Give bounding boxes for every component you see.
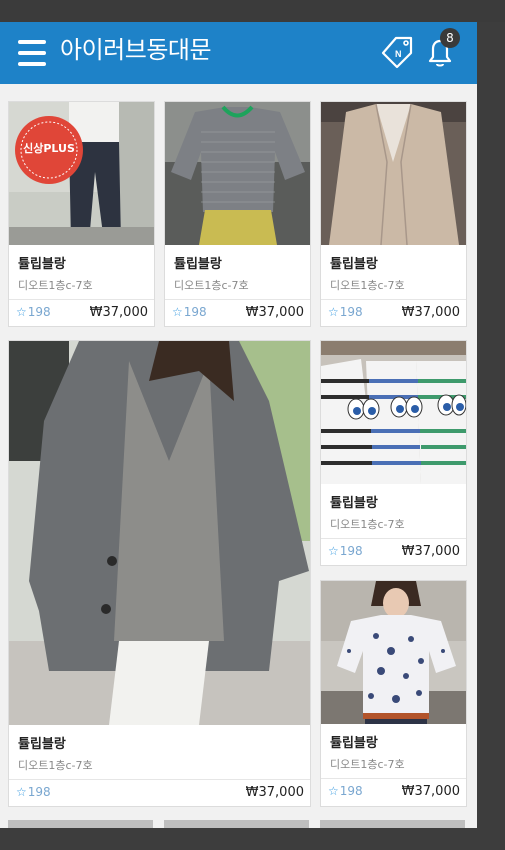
product-card[interactable]: 튤립블랑 디오트1층c-7호 ☆198 ₩37,000 bbox=[164, 101, 311, 327]
product-card-peek[interactable] bbox=[320, 820, 465, 828]
likes-value: 198 bbox=[339, 305, 363, 319]
likes-value: 198 bbox=[339, 784, 363, 798]
likes-count: ☆198 bbox=[16, 785, 51, 799]
likes-count: ☆198 bbox=[328, 784, 363, 798]
app-screen: 아이러브동대문 N 8 신상PLUS 튤립블랑 디오트1층c-7호 ☆198 ₩… bbox=[0, 22, 477, 828]
likes-value: 198 bbox=[27, 305, 51, 319]
likes-count: ☆198 bbox=[172, 305, 207, 319]
product-card[interactable]: 신상PLUS 튤립블랑 디오트1층c-7호 ☆198 ₩37,000 bbox=[8, 101, 155, 327]
top-strip bbox=[0, 0, 505, 22]
star-icon: ☆ bbox=[328, 544, 339, 558]
product-price: ₩37,000 bbox=[245, 305, 304, 320]
card-divider bbox=[321, 538, 466, 539]
star-icon: ☆ bbox=[328, 305, 339, 319]
product-card[interactable]: 튤립블랑 디오트1층c-7호 ☆198 ₩37,000 bbox=[320, 580, 467, 807]
svg-text:N: N bbox=[395, 49, 402, 59]
product-card-peek[interactable] bbox=[8, 820, 153, 828]
card-divider bbox=[165, 299, 310, 300]
product-price: ₩37,000 bbox=[401, 784, 460, 799]
likes-count: ☆198 bbox=[16, 305, 51, 319]
likes-count: ☆198 bbox=[328, 305, 363, 319]
product-image bbox=[321, 341, 466, 484]
product-card[interactable]: 튤립블랑 디오트1층c-7호 ☆198 ₩37,000 bbox=[320, 340, 467, 566]
product-image bbox=[321, 581, 466, 724]
card-divider bbox=[321, 299, 466, 300]
product-card[interactable]: 튤립블랑 디오트1층c-7호 ☆198 ₩37,000 bbox=[8, 340, 311, 807]
product-price: ₩37,000 bbox=[245, 785, 304, 800]
product-location: 디오트1층c-7호 bbox=[330, 758, 405, 771]
star-icon: ☆ bbox=[16, 305, 27, 319]
app-title: 아이러브동대문 bbox=[60, 36, 212, 64]
product-price: ₩37,000 bbox=[401, 544, 460, 559]
likes-value: 198 bbox=[339, 544, 363, 558]
card-divider bbox=[9, 779, 310, 780]
star-icon: ☆ bbox=[172, 305, 183, 319]
menu-icon[interactable] bbox=[18, 40, 46, 66]
product-card-peek[interactable] bbox=[164, 820, 309, 828]
product-image bbox=[9, 341, 310, 725]
product-card[interactable]: 튤립블랑 디오트1층c-7호 ☆198 ₩37,000 bbox=[320, 101, 467, 327]
product-name: 튤립블랑 bbox=[330, 257, 378, 272]
star-icon: ☆ bbox=[16, 785, 27, 799]
new-tag-icon[interactable]: N bbox=[380, 34, 416, 70]
card-divider bbox=[9, 299, 154, 300]
product-image bbox=[165, 102, 310, 245]
product-location: 디오트1층c-7호 bbox=[330, 518, 405, 531]
product-name: 튤립블랑 bbox=[174, 257, 222, 272]
product-image bbox=[321, 102, 466, 245]
product-location: 디오트1층c-7호 bbox=[330, 279, 405, 292]
product-name: 튤립블랑 bbox=[330, 496, 378, 511]
card-divider bbox=[321, 778, 466, 779]
likes-value: 198 bbox=[183, 305, 207, 319]
product-price: ₩37,000 bbox=[401, 305, 460, 320]
new-plus-sticker: 신상PLUS bbox=[23, 142, 75, 155]
product-price: ₩37,000 bbox=[89, 305, 148, 320]
likes-value: 198 bbox=[27, 785, 51, 799]
app-header: 아이러브동대문 N 8 bbox=[0, 22, 477, 84]
likes-count: ☆198 bbox=[328, 544, 363, 558]
notification-badge: 8 bbox=[440, 28, 460, 48]
star-icon: ☆ bbox=[328, 784, 339, 798]
product-location: 디오트1층c-7호 bbox=[18, 759, 93, 772]
product-name: 튤립블랑 bbox=[18, 737, 66, 752]
product-image: 신상PLUS bbox=[9, 102, 154, 245]
product-name: 튤립블랑 bbox=[18, 257, 66, 272]
product-location: 디오트1층c-7호 bbox=[174, 279, 249, 292]
product-location: 디오트1층c-7호 bbox=[18, 279, 93, 292]
product-name: 튤립블랑 bbox=[330, 736, 378, 751]
